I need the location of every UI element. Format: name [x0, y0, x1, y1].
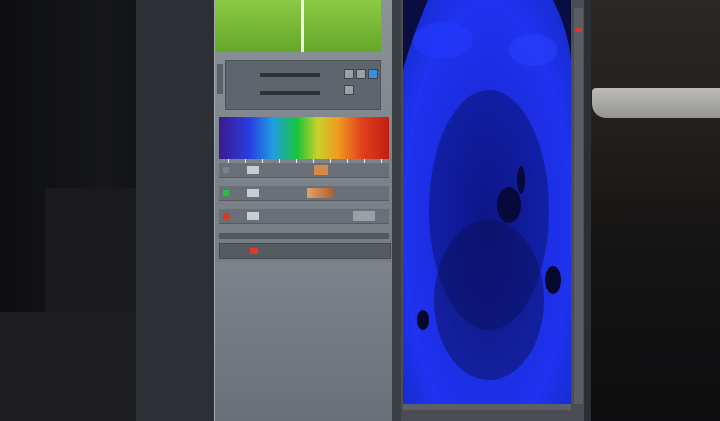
wall-shelf [592, 88, 720, 118]
channel-summary-row[interactable] [219, 243, 391, 259]
fluorescence-image[interactable] [403, 0, 571, 404]
channel-color-dot-1 [223, 167, 229, 173]
option-button-2[interactable] [356, 69, 366, 79]
channel-range-marker-3[interactable] [353, 211, 375, 221]
channel-range-marker-1[interactable] [314, 165, 328, 175]
channel-preview-bars [215, 0, 385, 52]
preview-bar-right[interactable] [304, 0, 381, 52]
channel-toggle-2[interactable] [247, 189, 259, 197]
preview-bar-left[interactable] [215, 0, 301, 52]
channel-color-dot-2 [223, 190, 229, 196]
channel-row-1[interactable] [219, 163, 389, 178]
viewer-status-strip [403, 404, 571, 410]
cardboard-box-back [45, 188, 140, 328]
channel-range-marker-2[interactable] [307, 188, 333, 198]
image-viewer [401, 0, 584, 421]
viewer-scroll-thumb[interactable] [575, 28, 582, 32]
slider-track-1[interactable] [260, 73, 320, 77]
panel-separator [219, 233, 389, 239]
channel-row-2[interactable] [219, 186, 389, 201]
panel-divider[interactable] [392, 0, 401, 421]
channel-toggle-3[interactable] [247, 212, 259, 220]
option-button-4[interactable] [344, 85, 354, 95]
monitor [136, 0, 591, 421]
option-button-3[interactable] [368, 69, 378, 79]
channel-toggle-1[interactable] [247, 166, 259, 174]
panel-handle[interactable] [217, 64, 223, 94]
preview-divider [301, 0, 304, 52]
panel-empty-area [215, 262, 393, 421]
slider-track-2[interactable] [260, 91, 320, 95]
control-panel [214, 0, 393, 421]
record-indicator [250, 248, 258, 254]
emission-spectrum-bar[interactable] [219, 117, 389, 164]
background-wall-right [590, 0, 720, 421]
option-button-1[interactable] [344, 69, 354, 79]
slider-group [225, 60, 381, 110]
channel-row-3[interactable] [219, 209, 389, 224]
channel-color-dot-3 [223, 213, 229, 219]
viewer-scrollbar[interactable] [574, 8, 583, 404]
